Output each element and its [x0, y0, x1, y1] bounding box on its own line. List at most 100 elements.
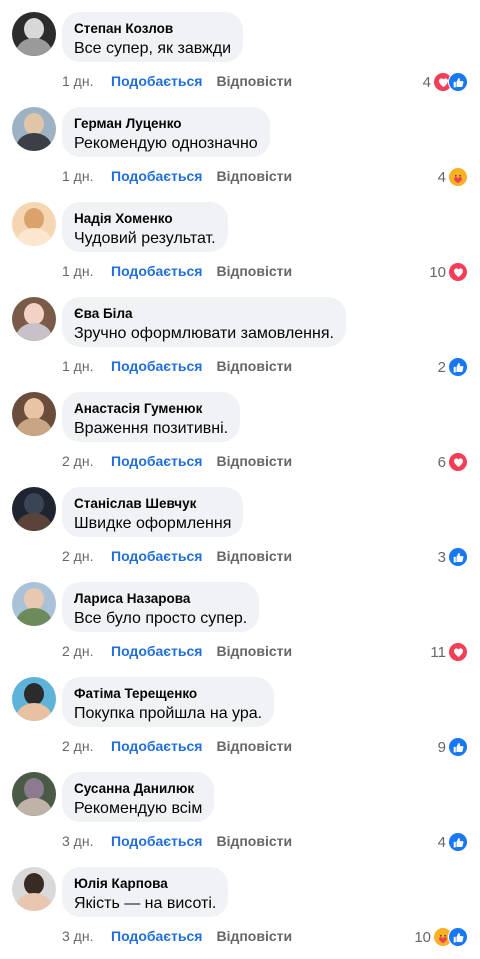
comment-bubble: Анастасія Гуменюк Враження позитивні. [62, 392, 240, 442]
comment-bubble: Герман Луценко Рекомендую однозначно [62, 107, 270, 157]
comment-actions: 2 дн. Подобається Відповісти [62, 453, 292, 469]
reaction-count: 2 [437, 358, 446, 376]
author-name[interactable]: Юлія Карпова [74, 875, 216, 892]
like-icon [448, 72, 468, 92]
reply-button[interactable]: Відповісти [216, 263, 292, 279]
avatar[interactable] [12, 202, 56, 246]
care-icon [448, 167, 468, 187]
reaction-summary[interactable]: 2 [438, 357, 468, 377]
comment-bubble: Степан Козлов Все супер, як завжди [62, 12, 243, 62]
comment: Сусанна Данилюк Рекомендую всім 3 дн. По… [0, 760, 480, 855]
timestamp[interactable]: 3 дн. [62, 833, 111, 849]
comment: Надія Хоменко Чудовий результат. 1 дн. П… [0, 190, 480, 285]
comment-text: Все супер, як завжди [74, 40, 232, 57]
reaction-summary[interactable]: 11 [430, 642, 468, 662]
timestamp[interactable]: 3 дн. [62, 928, 111, 944]
reaction-summary[interactable]: 9 [438, 737, 468, 757]
author-name[interactable]: Фатіма Терещенко [74, 685, 262, 702]
reaction-summary[interactable]: 4 [438, 167, 468, 187]
reply-button[interactable]: Відповісти [216, 168, 292, 184]
comment-actions: 1 дн. Подобається Відповісти [62, 168, 292, 184]
avatar[interactable] [12, 677, 56, 721]
comment: Анастасія Гуменюк Враження позитивні. 2 … [0, 380, 480, 475]
comment-bubble: Юлія Карпова Якість — на висоті. [62, 867, 228, 917]
author-name[interactable]: Сусанна Данилюк [74, 780, 202, 797]
author-name[interactable]: Станіслав Шевчук [74, 495, 231, 512]
timestamp[interactable]: 2 дн. [62, 453, 111, 469]
timestamp[interactable]: 1 дн. [62, 263, 111, 279]
timestamp[interactable]: 2 дн. [62, 548, 111, 564]
comment-text: Рекомендую однозначно [74, 135, 258, 152]
comment-actions: 3 дн. Подобається Відповісти [62, 928, 292, 944]
like-button[interactable]: Подобається [111, 928, 202, 944]
avatar[interactable] [12, 772, 56, 816]
avatar[interactable] [12, 867, 56, 911]
like-button[interactable]: Подобається [111, 453, 202, 469]
timestamp[interactable]: 1 дн. [62, 358, 111, 374]
author-name[interactable]: Надія Хоменко [74, 210, 216, 227]
comment-text: Швидке оформлення [74, 515, 232, 532]
comment-actions: 2 дн. Подобається Відповісти [62, 643, 292, 659]
avatar[interactable] [12, 392, 56, 436]
comment-actions: 1 дн. Подобається Відповісти [62, 263, 292, 279]
reaction-summary[interactable]: 3 [438, 547, 468, 567]
reply-button[interactable]: Відповісти [216, 548, 292, 564]
comment-bubble: Надія Хоменко Чудовий результат. [62, 202, 228, 252]
reaction-summary[interactable]: 4 [438, 832, 468, 852]
like-button[interactable]: Подобається [111, 73, 202, 89]
like-button[interactable]: Подобається [111, 643, 202, 659]
author-name[interactable]: Лариса Назарова [74, 590, 247, 607]
like-icon [448, 832, 468, 852]
reaction-summary[interactable]: 10 [414, 927, 468, 947]
reply-button[interactable]: Відповісти [216, 73, 292, 89]
like-button[interactable]: Подобається [111, 168, 202, 184]
reaction-count: 10 [414, 928, 431, 946]
avatar[interactable] [12, 582, 56, 626]
comment-actions: 3 дн. Подобається Відповісти [62, 833, 292, 849]
comment: Єва Біла Зручно оформлювати замовлення. … [0, 285, 480, 380]
reply-button[interactable]: Відповісти [216, 643, 292, 659]
comment-actions: 1 дн. Подобається Відповісти [62, 73, 292, 89]
reply-button[interactable]: Відповісти [216, 928, 292, 944]
reply-button[interactable]: Відповісти [216, 738, 292, 754]
author-name[interactable]: Анастасія Гуменюк [74, 400, 228, 417]
avatar[interactable] [12, 12, 56, 56]
like-button[interactable]: Подобається [111, 833, 202, 849]
reply-button[interactable]: Відповісти [216, 833, 292, 849]
comment: Герман Луценко Рекомендую однозначно 1 д… [0, 95, 480, 190]
author-name[interactable]: Степан Козлов [74, 20, 231, 37]
timestamp[interactable]: 2 дн. [62, 643, 111, 659]
comment-actions: 2 дн. Подобається Відповісти [62, 738, 292, 754]
avatar[interactable] [12, 107, 56, 151]
timestamp[interactable]: 1 дн. [62, 168, 111, 184]
like-button[interactable]: Подобається [111, 358, 202, 374]
comment-text: Чудовий результат. [74, 230, 216, 247]
comment-bubble: Станіслав Шевчук Швидке оформлення [62, 487, 243, 537]
like-button[interactable]: Подобається [111, 548, 202, 564]
reply-button[interactable]: Відповісти [216, 358, 292, 374]
avatar[interactable] [12, 297, 56, 341]
comment-text: Якість — на висоті. [74, 895, 217, 912]
reaction-count: 3 [437, 548, 446, 566]
reaction-count: 4 [437, 833, 446, 851]
comment-actions: 2 дн. Подобається Відповісти [62, 548, 292, 564]
author-name[interactable]: Єва Біла [74, 305, 334, 322]
love-icon [448, 262, 468, 282]
like-button[interactable]: Подобається [111, 738, 202, 754]
reaction-count: 9 [437, 738, 446, 756]
comment: Лариса Назарова Все було просто супер. 2… [0, 570, 480, 665]
avatar[interactable] [12, 487, 56, 531]
timestamp[interactable]: 2 дн. [62, 738, 111, 754]
comment-text: Враження позитивні. [74, 420, 229, 437]
timestamp[interactable]: 1 дн. [62, 73, 111, 89]
reaction-count: 6 [437, 453, 446, 471]
reaction-count: 10 [429, 263, 446, 281]
love-icon [448, 452, 468, 472]
author-name[interactable]: Герман Луценко [74, 115, 258, 132]
reaction-summary[interactable]: 4 [423, 72, 468, 92]
reaction-summary[interactable]: 10 [429, 262, 468, 282]
reply-button[interactable]: Відповісти [216, 453, 292, 469]
reaction-summary[interactable]: 6 [438, 452, 468, 472]
comment: Станіслав Шевчук Швидке оформлення 2 дн.… [0, 475, 480, 570]
like-button[interactable]: Подобається [111, 263, 202, 279]
